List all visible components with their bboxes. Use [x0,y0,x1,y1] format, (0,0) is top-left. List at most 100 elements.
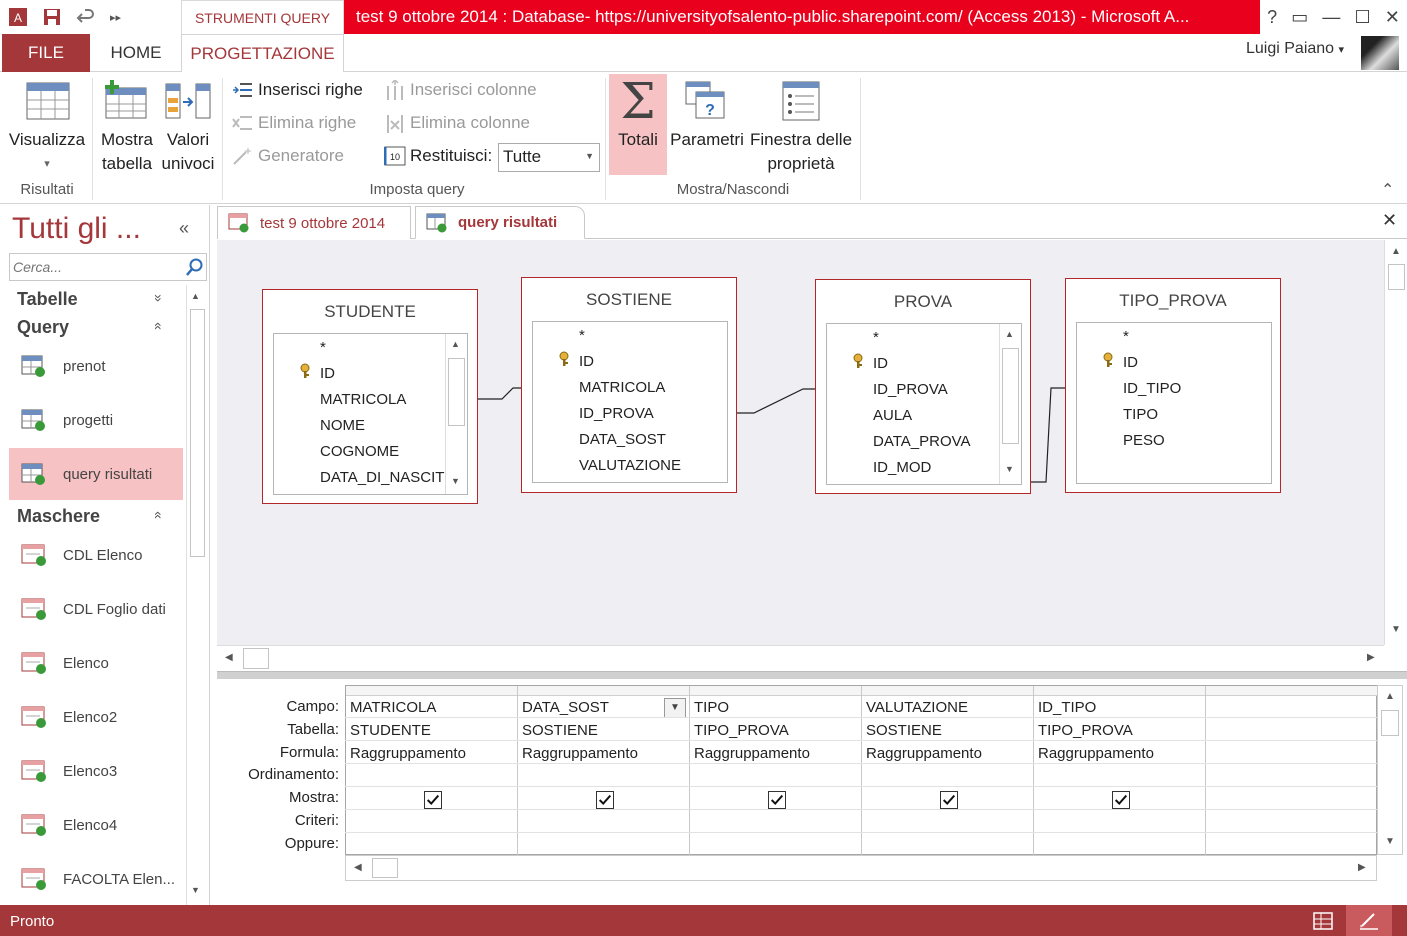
grid-horizontal-scrollbar[interactable]: ◀ ▶ [345,855,1377,881]
valori-univoci-button[interactable]: Valori univoci [158,78,218,176]
nav-item-form[interactable]: CDL Elenco [9,529,183,581]
expand-icon[interactable]: » [151,294,167,302]
customize-qat-icon[interactable]: ▸▸ [110,11,121,24]
grid-cell-formula[interactable]: Raggruppamento [694,745,810,762]
scroll-down-icon[interactable]: ▼ [1385,836,1395,847]
grid-column[interactable]: MATRICOLA STUDENTE Raggruppamento [346,686,518,856]
elimina-colonne-button[interactable]: Elimina colonne [384,113,530,133]
scroll-down-icon[interactable]: ▼ [451,476,460,486]
nav-item-form[interactable]: Elenco4 [9,799,183,851]
finestra-proprieta-button[interactable]: Finestra delle proprietà [746,78,856,176]
grid-cell-tabella[interactable]: TIPO_PROVA [1038,722,1133,739]
collapse-ribbon-icon[interactable]: ⌃ [1381,180,1394,200]
field-item[interactable]: COGNOME [320,443,399,460]
scroll-right-icon[interactable]: ▶ [1367,652,1375,663]
field-item[interactable]: ID_PROVA [579,405,654,422]
scroll-up-icon[interactable]: ▲ [1391,246,1401,257]
scroll-thumb[interactable] [1002,348,1019,444]
mostra-checkbox[interactable] [768,791,786,809]
mostra-checkbox[interactable] [1112,791,1130,809]
table-studente[interactable]: STUDENTE * ID MATRICOLA NOME COGNOME DAT… [262,289,478,504]
field-item[interactable]: VALUTAZIONE [579,457,681,474]
help-button[interactable]: ? [1267,7,1277,28]
nav-item-form[interactable]: Elenco2 [9,691,183,743]
field-list[interactable]: * ID ID_PROVA AULA DATA_PROVA ID_MOD ▲ ▼ [826,323,1022,485]
grid-column[interactable]: VALUTAZIONE SOSTIENE Raggruppamento [862,686,1034,856]
grid-cell-formula[interactable]: Raggruppamento [522,745,638,762]
nav-scrollbar[interactable]: ▲ ▼ [186,285,208,905]
field-list[interactable]: * ID MATRICOLA NOME COGNOME DATA_DI_NASC… [273,333,468,495]
join-line[interactable] [1031,387,1065,483]
grid-column-empty[interactable] [1206,686,1378,856]
inserisci-colonne-button[interactable]: Inserisci colonne [384,80,537,100]
field-list[interactable]: * ID ID_TIPO TIPO PESO [1076,322,1272,484]
column-selector[interactable] [862,686,1033,696]
field-list-scrollbar[interactable]: ▲ ▼ [999,324,1021,484]
scroll-left-icon[interactable]: ◀ [225,652,233,663]
design-vertical-scrollbar[interactable]: ▲ ▼ [1384,240,1407,645]
grid-cell-formula[interactable]: Raggruppamento [350,745,466,762]
grid-column[interactable]: DATA_SOST ▼ SOSTIENE Raggruppamento [518,686,690,856]
grid-vertical-scrollbar[interactable]: ▲ ▼ [1377,685,1403,855]
join-line[interactable] [736,388,815,414]
scroll-thumb[interactable] [190,309,205,557]
column-selector[interactable] [1034,686,1205,696]
column-selector[interactable] [346,686,517,696]
tab-file[interactable]: FILE [2,34,90,72]
table-tipo-prova[interactable]: TIPO_PROVA * ID ID_TIPO TIPO PESO [1065,278,1281,493]
field-item[interactable]: NOME [320,417,365,434]
field-item[interactable]: * [320,339,326,356]
field-item[interactable]: ID_TIPO [1123,380,1181,397]
field-item[interactable]: * [873,329,879,346]
avatar[interactable] [1361,36,1399,70]
scroll-right-icon[interactable]: ▶ [1358,862,1366,873]
grid-column[interactable]: ID_TIPO TIPO_PROVA Raggruppamento [1034,686,1206,856]
design-horizontal-scrollbar[interactable]: ◀ ▶ [217,645,1384,671]
nav-search-input[interactable] [13,257,181,277]
grid-cell-campo[interactable]: TIPO [694,699,729,716]
mostra-checkbox[interactable] [596,791,614,809]
grid-cell-tabella[interactable]: SOSTIENE [522,722,598,739]
visualizza-button[interactable]: Visualizza ▾ [4,78,90,176]
grid-cell-campo[interactable]: DATA_SOST [522,699,609,716]
field-item[interactable]: PESO [1123,432,1165,449]
field-item[interactable]: ID [873,355,888,372]
grid-cell-campo[interactable]: ID_TIPO [1038,699,1096,716]
maximize-button[interactable]: ☐ [1355,7,1371,28]
grid-cell-tabella[interactable]: SOSTIENE [866,722,942,739]
nav-item-progetti[interactable]: progetti [9,394,183,446]
field-item[interactable]: DATA_PROVA [873,433,971,450]
scroll-up-icon[interactable]: ▲ [1005,329,1014,339]
totali-button[interactable]: Σ Totali [609,72,667,175]
user-account[interactable]: Luigi Paiano ▾ [1246,40,1344,58]
field-item[interactable]: AULA [873,407,912,424]
mostra-tabella-button[interactable]: Mostra tabella [96,78,158,176]
chevron-down-icon[interactable]: ▼ [664,698,686,718]
scroll-thumb[interactable] [372,858,398,878]
field-item[interactable]: DATA_DI_NASCIT [320,469,444,486]
column-selector[interactable] [1206,686,1378,696]
parametri-button[interactable]: ? Parametri [668,78,746,176]
field-item[interactable]: TIPO [1123,406,1158,423]
save-icon[interactable] [42,7,62,27]
minimize-button[interactable]: — [1322,7,1340,28]
scroll-up-icon[interactable]: ▲ [451,339,460,349]
field-item[interactable]: ID_MOD [873,459,931,476]
column-selector[interactable] [518,686,689,696]
doc-tab-query-risultati[interactable]: query risultati [415,206,585,239]
search-icon[interactable] [186,258,204,276]
nav-item-prenot[interactable]: prenot [9,340,183,392]
field-item[interactable]: MATRICOLA [320,391,406,408]
scroll-down-icon[interactable]: ▼ [191,885,200,895]
field-item[interactable]: MATRICOLA [579,379,665,396]
column-selector[interactable] [690,686,861,696]
tab-progettazione[interactable]: PROGETTAZIONE [181,34,344,73]
pane-splitter[interactable] [217,671,1407,679]
scroll-left-icon[interactable]: ◀ [354,862,362,873]
restituisci-select[interactable]: Tutte ▼ [498,143,600,172]
field-item[interactable]: DATA_SOST [579,431,666,448]
table-sostiene[interactable]: SOSTIENE * ID MATRICOLA ID_PROVA DATA_SO… [521,277,737,493]
scroll-thumb[interactable] [1388,264,1405,290]
grid-cell-campo[interactable]: MATRICOLA [350,699,436,716]
field-item[interactable]: * [1123,328,1129,345]
